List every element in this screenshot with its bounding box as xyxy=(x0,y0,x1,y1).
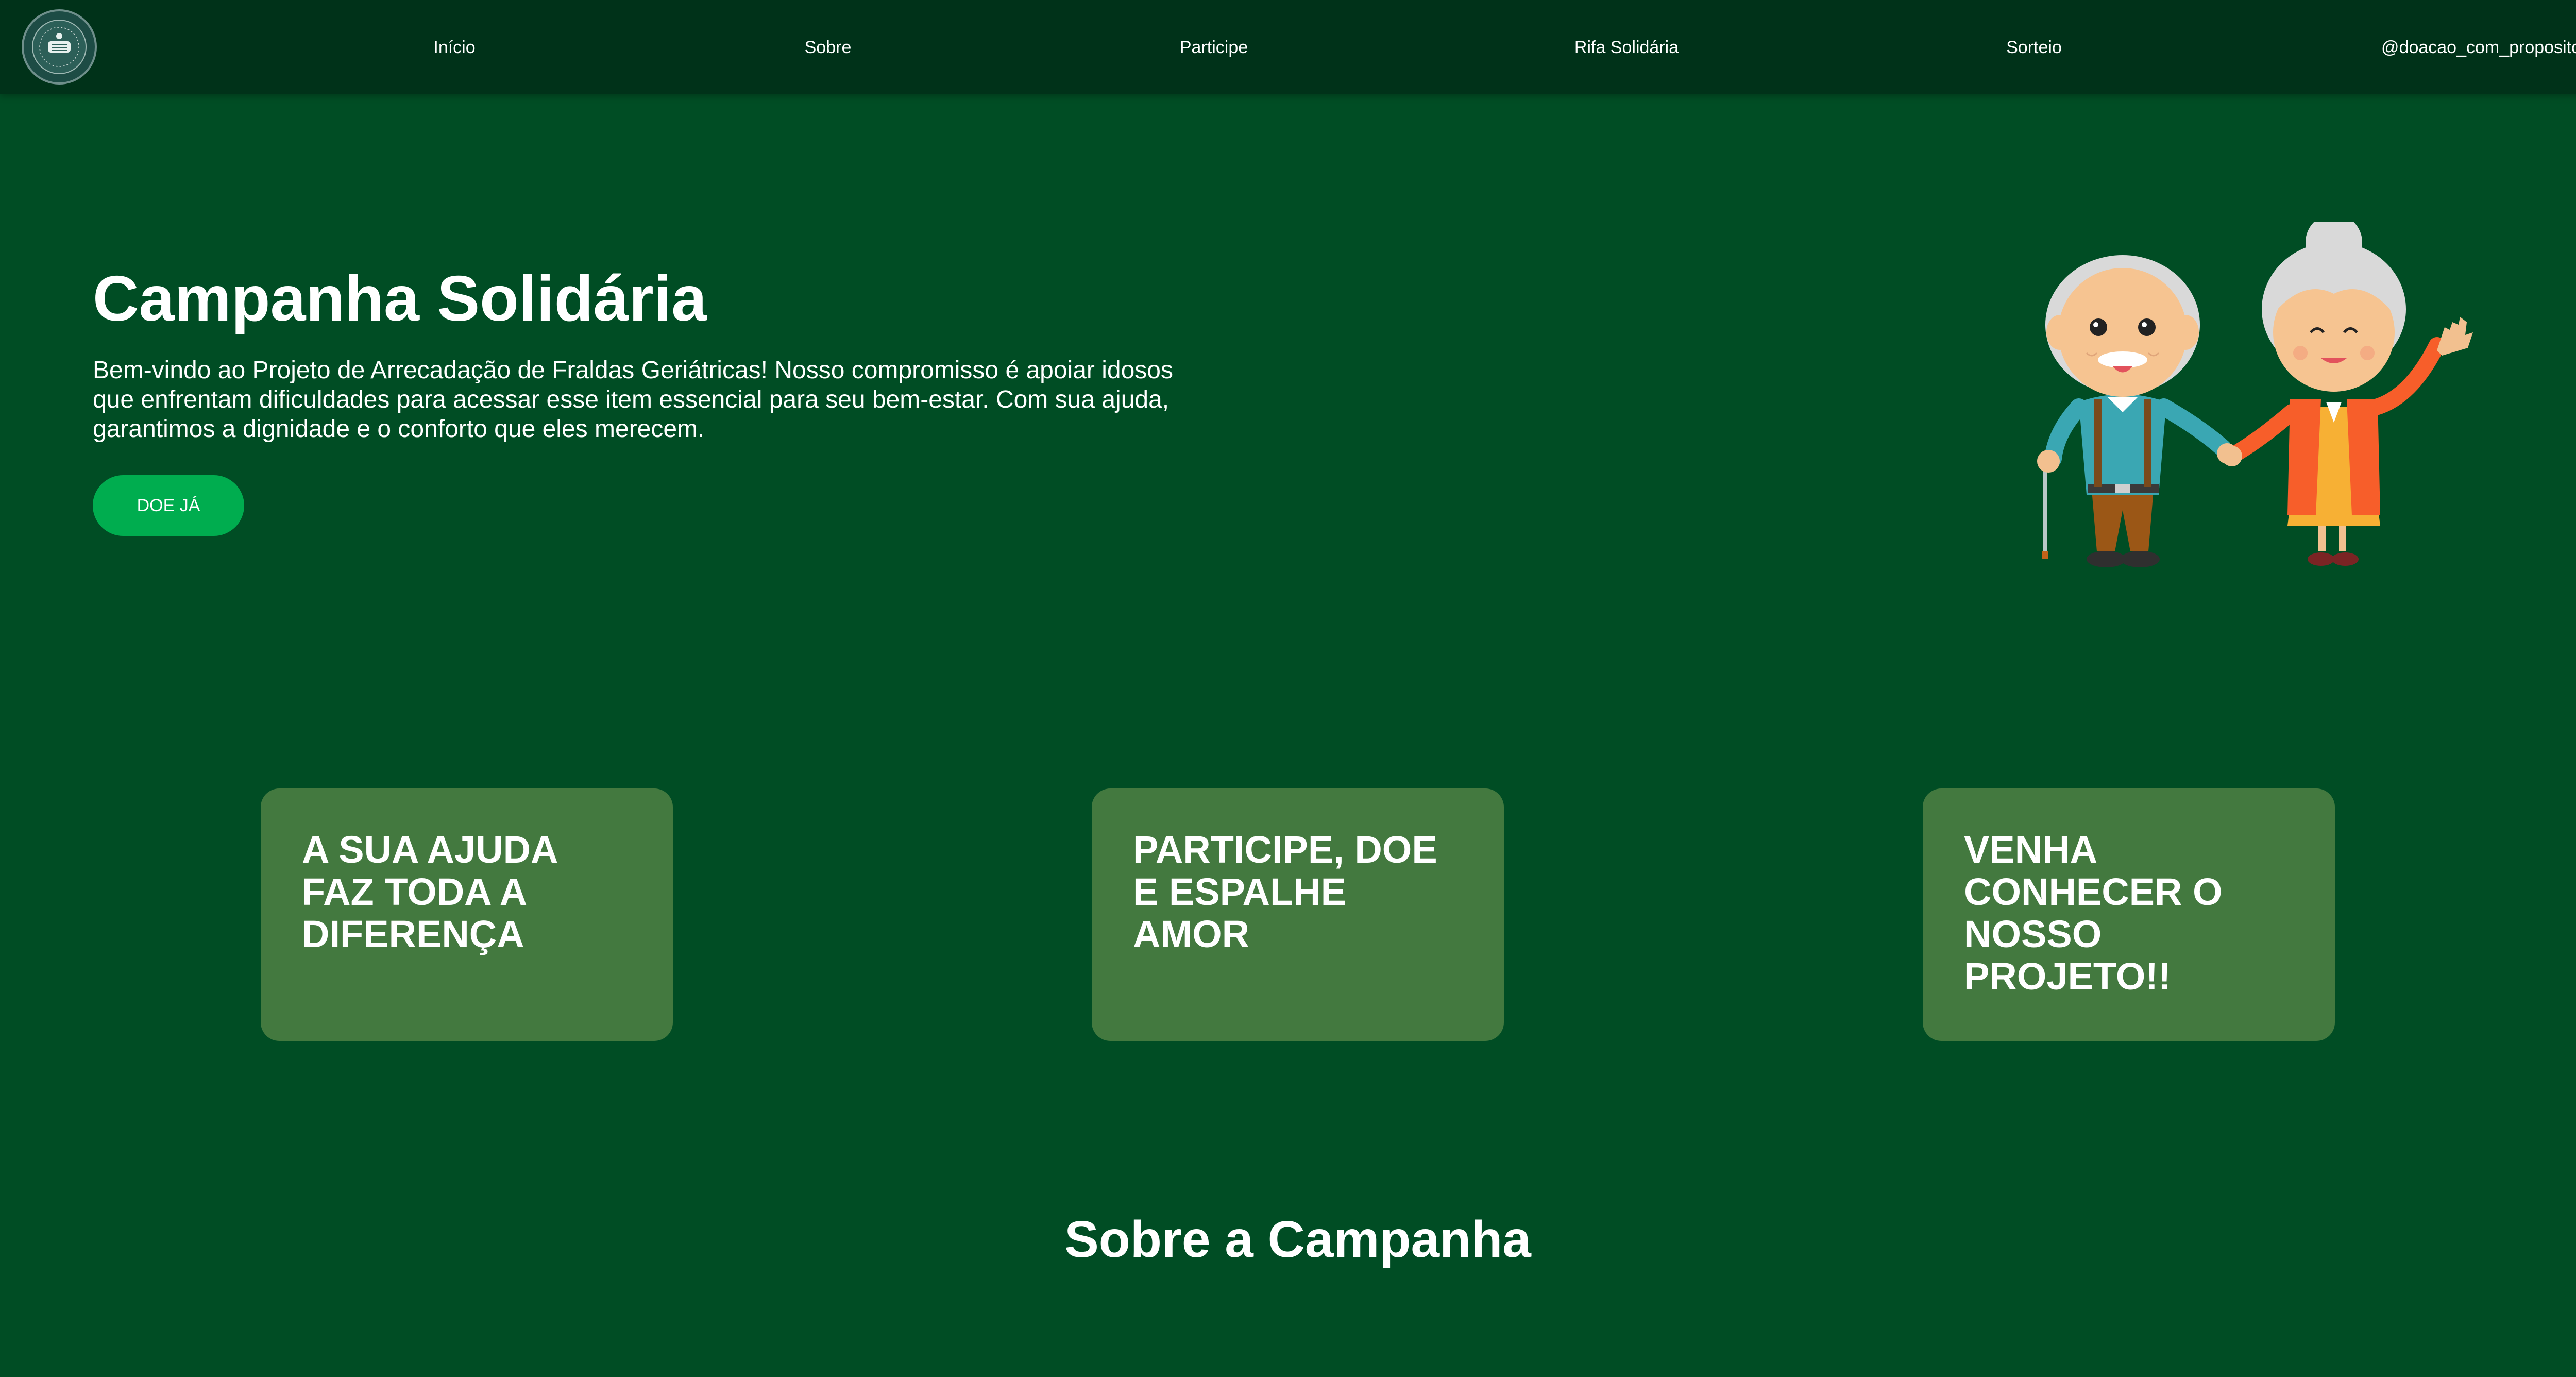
nav-link-participe[interactable]: Participe xyxy=(1180,36,1248,59)
top-navbar: Início Sobre Participe Rifa Solidária So… xyxy=(0,0,2576,94)
card-text: A SUA AJUDA FAZ TODA A DIFERENÇA xyxy=(302,828,557,955)
card-help-makes-difference: A SUA AJUDA FAZ TODA A DIFERENÇA xyxy=(261,788,673,1041)
grandma-figure xyxy=(2222,222,2473,566)
nav-link-rifa-solidaria[interactable]: Rifa Solidária xyxy=(1574,36,1679,59)
hero-title: Campanha Solidária xyxy=(93,263,707,334)
card-text: PARTICIPE, DOE E ESPALHE AMOR xyxy=(1133,828,1437,955)
elderly-couple-illustration xyxy=(2037,222,2473,567)
hero-description: Bem-vindo ao Projeto de Arrecadação de F… xyxy=(93,357,1173,443)
nav-link-sorteio[interactable]: Sorteio xyxy=(2006,36,2062,59)
grandpa-figure xyxy=(2037,255,2238,567)
card-know-project: VENHA CONHECER O NOSSO PROJETO!! xyxy=(1923,788,2335,1041)
card-text: VENHA CONHECER O NOSSO PROJETO!! xyxy=(1964,828,2223,998)
card-participate-donate: PARTICIPE, DOE E ESPALHE AMOR xyxy=(1092,788,1504,1041)
donate-button[interactable]: DOE JÁ xyxy=(93,475,244,536)
about-section-title: Sobre a Campanha xyxy=(1064,1211,1531,1268)
nav-link-instagram[interactable]: @doacao_com_proposito xyxy=(2381,36,2576,59)
nav-link-sobre[interactable]: Sobre xyxy=(805,36,852,59)
logo-emblem-icon xyxy=(32,20,87,74)
nav-link-inicio[interactable]: Início xyxy=(433,36,475,59)
logo[interactable] xyxy=(22,9,97,85)
